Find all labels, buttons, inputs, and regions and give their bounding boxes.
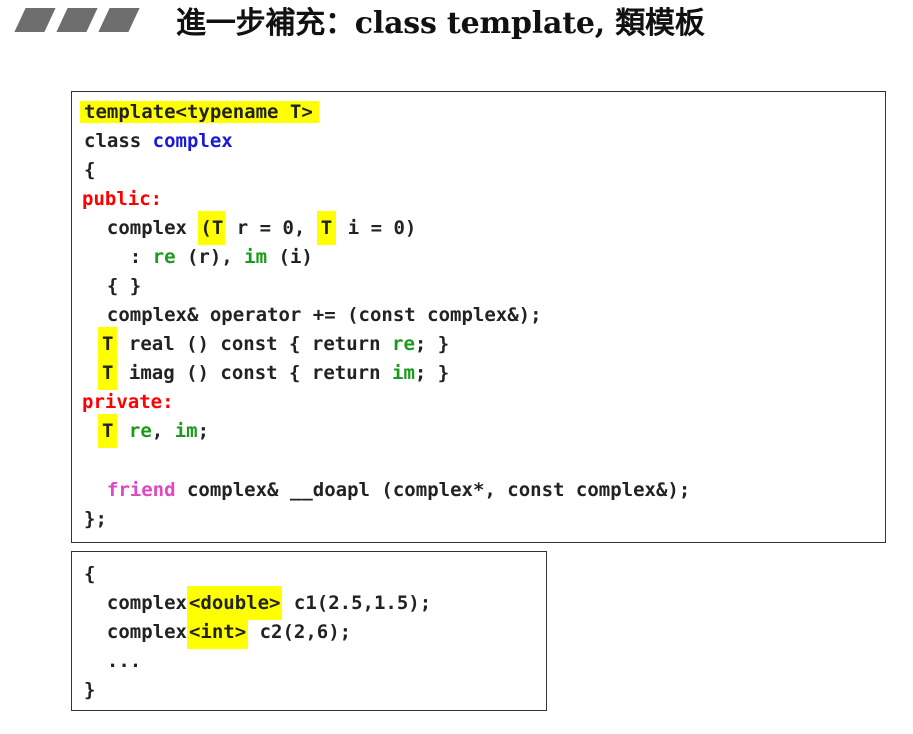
- template-usage-code-block: { complex <double> c1(2.5,1.5); complex <i…: [71, 551, 547, 711]
- highlighted-type-param: T: [316, 211, 337, 245]
- access-specifier-public: public:: [82, 188, 163, 210]
- bullet-shape: [98, 8, 140, 32]
- code-line: class complex: [84, 127, 233, 156]
- highlighted-type-param: T: [98, 356, 118, 390]
- code-line: };: [84, 508, 107, 530]
- code-text: i = 0): [336, 217, 417, 239]
- code-text: (i): [267, 246, 313, 268]
- template-declaration: template<typename T>: [80, 101, 319, 123]
- code-text: complex& __doapl (complex*, const comple…: [175, 479, 691, 501]
- member-name: im: [392, 362, 415, 384]
- code-text: c2(2,6);: [248, 621, 352, 643]
- code-text: imag () const { return: [117, 362, 392, 384]
- member-name: re: [152, 246, 176, 268]
- code-text: ; }: [414, 362, 450, 384]
- code-text: ,: [151, 420, 175, 442]
- slide-title: 進一步補充：class template, 類模板: [176, 6, 705, 41]
- code-line: complex& operator += (const complex&);: [84, 304, 542, 326]
- class-name: complex: [152, 130, 233, 152]
- code-line: complex <int> c2(2,6);: [84, 615, 352, 649]
- member-name: im: [174, 420, 198, 442]
- code-text: :: [84, 246, 153, 268]
- code-text: complex: [84, 592, 187, 614]
- code-text: r = 0,: [225, 217, 317, 239]
- code-line: ...: [84, 650, 142, 672]
- code-line: T re, im;: [98, 414, 210, 448]
- friend-keyword: friend: [106, 479, 176, 501]
- code-line: complex <double> c1(2.5,1.5);: [84, 586, 432, 620]
- code-text: ; }: [414, 333, 450, 355]
- class-template-code-block: template<typename T> class complex { pub…: [71, 91, 886, 543]
- member-name: re: [392, 333, 415, 355]
- code-text: complex: [84, 621, 187, 643]
- title-bullet-decoration: [14, 8, 144, 34]
- code-text: (r),: [175, 246, 245, 268]
- code-line: complex (T r = 0, T i = 0): [84, 211, 417, 245]
- code-text: ;: [197, 420, 210, 442]
- code-line: T real () const { return re; }: [98, 327, 450, 361]
- code-line: : re (r), im (i): [84, 243, 313, 272]
- code-line: {: [84, 563, 96, 585]
- highlighted-type-param: (T: [198, 211, 226, 245]
- code-line: template<typename T>: [80, 98, 319, 127]
- code-line: friend complex& __doapl (complex*, const…: [84, 476, 690, 505]
- bullet-shape: [14, 8, 56, 32]
- bullet-shape: [56, 8, 98, 32]
- highlighted-template-argument: <int>: [186, 615, 249, 649]
- code-line: T imag () const { return im; }: [98, 356, 450, 390]
- member-name: im: [244, 246, 268, 268]
- code-text: complex: [84, 217, 199, 239]
- code-line: {: [84, 159, 96, 181]
- code-text: c1(2.5,1.5);: [282, 592, 432, 614]
- code-line: { }: [84, 275, 142, 297]
- code-text: real () const { return: [117, 333, 392, 355]
- code-line: }: [84, 679, 96, 701]
- code-text: class: [84, 130, 153, 152]
- highlighted-type-param: T: [98, 414, 118, 448]
- member-name: re: [128, 420, 152, 442]
- access-specifier-private: private:: [82, 391, 174, 413]
